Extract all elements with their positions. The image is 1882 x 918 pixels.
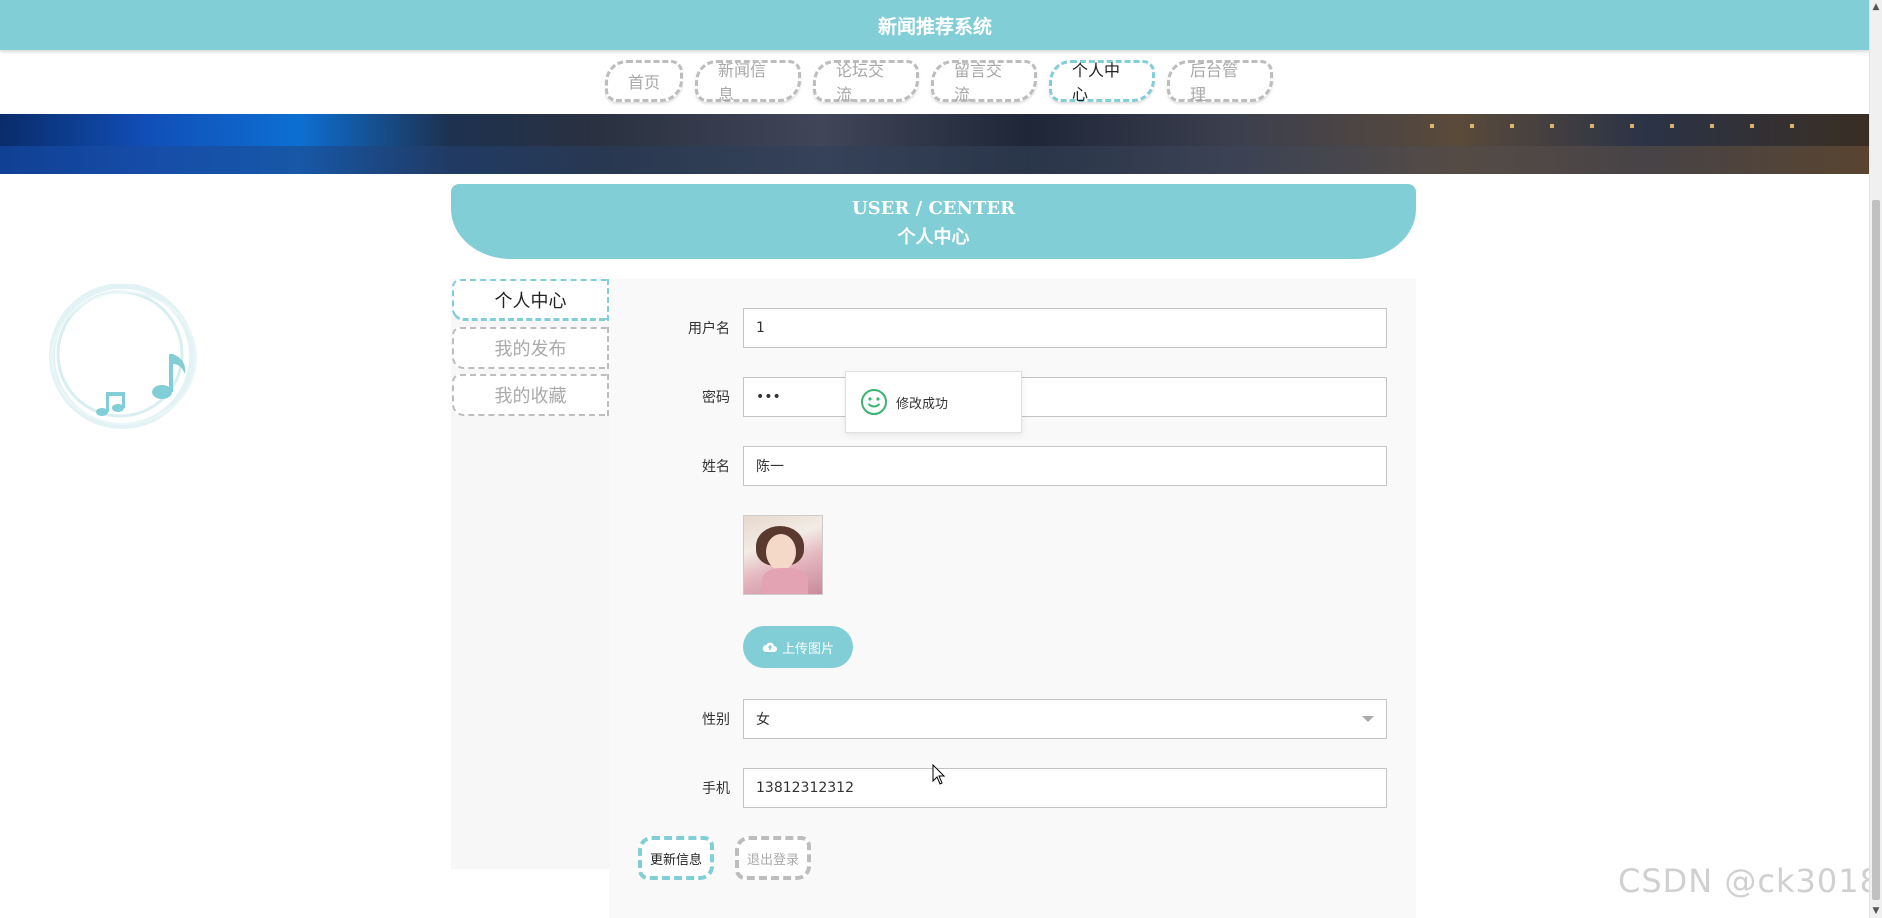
password-label: 密码 xyxy=(702,390,730,406)
music-note-icon xyxy=(46,283,206,434)
side-item-my-posts[interactable]: 我的发布 xyxy=(452,327,609,369)
username-value: 1 xyxy=(756,320,765,336)
password-value: ••• xyxy=(756,389,781,405)
toast-message: 修改成功 xyxy=(896,396,949,412)
side-menu: 个人中心 我的发布 我的收藏 xyxy=(451,279,609,869)
phone-field[interactable]: 13812312312 xyxy=(743,768,1387,808)
side-item-my-favorites[interactable]: 我的收藏 xyxy=(452,374,609,416)
chevron-down-icon xyxy=(1362,716,1374,722)
watermark-text: CSDN @ck3018 xyxy=(1618,862,1881,900)
phone-value: 13812312312 xyxy=(756,780,854,796)
nav-tab-messages[interactable]: 留言交流 xyxy=(931,60,1037,104)
mouse-pointer-icon xyxy=(932,764,946,785)
vertical-scrollbar[interactable]: ▲ ▼ xyxy=(1869,0,1882,918)
avatar-image xyxy=(743,515,823,595)
main-nav: 首页 新闻信息 论坛交流 留言交流 个人中心 后台管理 xyxy=(0,52,1870,110)
upload-image-button[interactable]: 上传图片 xyxy=(743,626,853,668)
section-title-cn: 个人中心 xyxy=(897,227,970,248)
section-title-en: USER / CENTER xyxy=(851,198,1016,219)
nav-tab-admin[interactable]: 后台管理 xyxy=(1167,60,1273,104)
nav-tab-home[interactable]: 首页 xyxy=(605,60,683,102)
name-value: 陈一 xyxy=(756,459,784,475)
top-title-bar: 新闻推荐系统 xyxy=(0,0,1870,50)
logout-button[interactable]: 退出登录 xyxy=(735,836,811,880)
scroll-down-icon[interactable]: ▼ xyxy=(1870,904,1882,918)
name-label: 姓名 xyxy=(702,459,730,475)
nav-tab-forum[interactable]: 论坛交流 xyxy=(813,60,919,104)
gender-label: 性别 xyxy=(702,712,730,728)
scrollbar-thumb[interactable] xyxy=(1872,200,1880,900)
cloud-upload-icon xyxy=(762,642,777,652)
phone-label: 手机 xyxy=(702,781,730,797)
password-field[interactable]: ••• xyxy=(743,377,1387,417)
nav-tab-news[interactable]: 新闻信息 xyxy=(695,60,801,104)
username-field[interactable]: 1 xyxy=(743,308,1387,348)
smile-icon xyxy=(861,389,887,415)
banner-image xyxy=(0,114,1870,174)
nav-tab-user-center[interactable]: 个人中心 xyxy=(1049,60,1155,104)
upload-button-label: 上传图片 xyxy=(781,641,834,657)
gender-value: 女 xyxy=(756,712,770,728)
gender-select[interactable]: 女 xyxy=(743,699,1387,739)
side-item-user-center[interactable]: 个人中心 xyxy=(452,279,609,321)
section-header: USER / CENTER 个人中心 xyxy=(451,184,1416,259)
success-toast: 修改成功 xyxy=(845,371,1022,433)
scroll-up-icon[interactable]: ▲ xyxy=(1870,0,1882,14)
username-label: 用户名 xyxy=(688,321,730,337)
name-field[interactable]: 陈一 xyxy=(743,446,1387,486)
app-title: 新闻推荐系统 xyxy=(877,15,992,38)
update-info-button[interactable]: 更新信息 xyxy=(638,836,714,880)
